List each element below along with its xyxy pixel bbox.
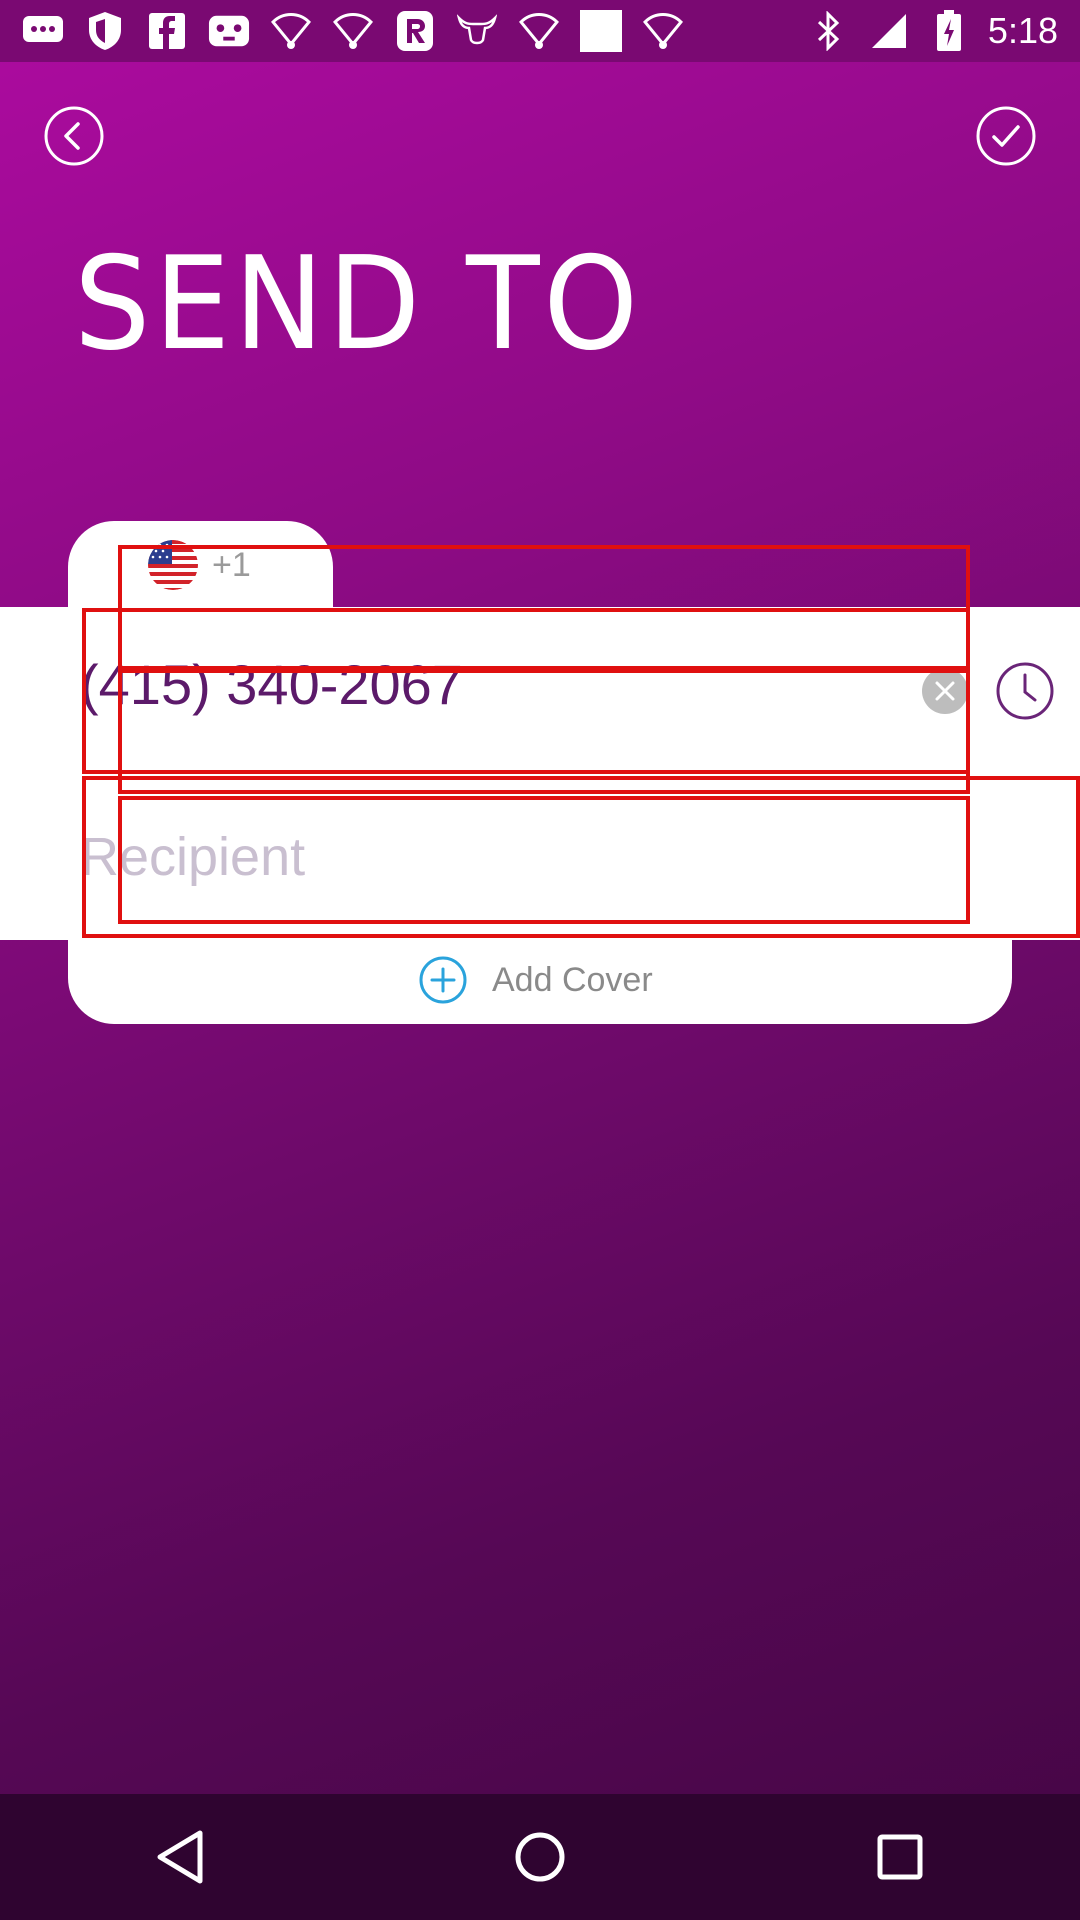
- bluetooth-icon: [808, 10, 850, 52]
- facebook-icon: [146, 10, 188, 52]
- shield-icon: [84, 10, 126, 52]
- system-icons: 5:18: [808, 10, 1080, 52]
- phone-number-field[interactable]: (415) 340-2067: [80, 652, 463, 717]
- status-time: 5:18: [987, 10, 1058, 51]
- add-circle-icon: [419, 956, 467, 1004]
- send-to-screen: 5:18 SEND TO +1 (415) 340-2067 Recipient…: [0, 0, 1080, 1920]
- checkmark-icon: [976, 106, 1036, 166]
- clock-icon: [996, 662, 1054, 720]
- country-code: +1: [212, 545, 251, 584]
- nav-back-button[interactable]: [140, 1817, 220, 1897]
- r-app-icon: [394, 10, 436, 52]
- bull-logo-icon: [456, 10, 498, 52]
- nav-recents-icon: [877, 1834, 923, 1880]
- recipient-input[interactable]: Recipient: [80, 826, 305, 888]
- nav-back-icon: [157, 1830, 203, 1884]
- wifi-icon: [270, 10, 312, 52]
- clear-button[interactable]: [922, 668, 968, 714]
- close-icon: [935, 681, 955, 701]
- notification-icons: [0, 10, 684, 52]
- add-cover-button[interactable]: Add Cover: [418, 955, 653, 1005]
- status-bar: 5:18: [0, 0, 1080, 62]
- history-button[interactable]: [994, 660, 1056, 722]
- wifi-icon: [642, 10, 684, 52]
- back-button[interactable]: [42, 104, 106, 168]
- nav-home-button[interactable]: [500, 1817, 580, 1897]
- messages-icon: [22, 10, 64, 52]
- confirm-button[interactable]: [974, 104, 1038, 168]
- game-controller-icon: [208, 10, 250, 52]
- nav-home-icon: [515, 1832, 565, 1882]
- signal-icon: [868, 10, 910, 52]
- wifi-icon: [332, 10, 374, 52]
- back-arrow-icon: [44, 106, 104, 166]
- navigation-bar: [0, 1794, 1080, 1920]
- add-cover-label: Add Cover: [492, 960, 653, 999]
- page-title: SEND TO: [74, 230, 642, 379]
- nav-recents-button[interactable]: [860, 1817, 940, 1897]
- square-icon: [580, 10, 622, 52]
- wifi-icon: [518, 10, 560, 52]
- battery-icon: [928, 10, 970, 52]
- us-flag-icon: [148, 540, 198, 590]
- country-selector[interactable]: +1: [148, 540, 251, 590]
